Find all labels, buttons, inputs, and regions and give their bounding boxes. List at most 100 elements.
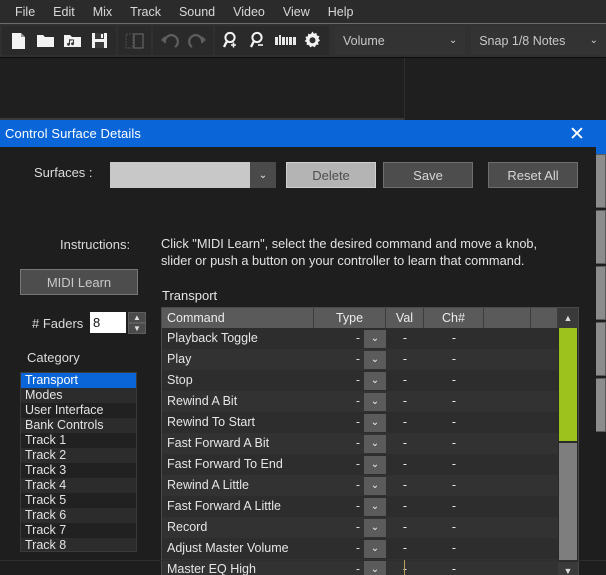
category-item[interactable]: Track 3 — [21, 463, 136, 478]
cell-channel[interactable]: - — [424, 370, 484, 391]
cell-extra-2[interactable] — [531, 559, 558, 575]
cell-command[interactable]: Play — [162, 349, 314, 370]
chevron-down-icon[interactable]: ⌄ — [364, 434, 386, 453]
gear-icon[interactable] — [299, 27, 326, 54]
table-row[interactable]: Fast Forward To End - ⌄ - - — [162, 454, 578, 475]
menu-item-help[interactable]: Help — [319, 3, 363, 21]
cell-channel[interactable]: - — [424, 559, 484, 575]
cell-extra-1[interactable] — [484, 475, 531, 496]
cell-command[interactable]: Rewind To Start — [162, 412, 314, 433]
chevron-down-icon[interactable]: ⌄ — [364, 497, 386, 516]
cell-val[interactable]: - — [386, 391, 424, 412]
delete-button[interactable]: Delete — [286, 162, 376, 188]
table-scrollbar[interactable]: ▼ — [558, 328, 578, 575]
column-header[interactable]: Command — [162, 308, 314, 328]
table-row[interactable]: Fast Forward A Bit - ⌄ - - — [162, 433, 578, 454]
cell-type[interactable]: - ⌄ — [314, 370, 386, 391]
cell-extra-2[interactable] — [531, 517, 558, 538]
cell-extra-1[interactable] — [484, 517, 531, 538]
cell-extra-2[interactable] — [531, 328, 558, 349]
table-row[interactable]: Adjust Master Volume - ⌄ - - — [162, 538, 578, 559]
cell-channel[interactable]: - — [424, 349, 484, 370]
cell-command[interactable]: Fast Forward To End — [162, 454, 314, 475]
cell-extra-2[interactable] — [531, 496, 558, 517]
stepper-down-icon[interactable]: ▼ — [128, 323, 146, 334]
column-header[interactable] — [531, 308, 558, 328]
menu-item-track[interactable]: Track — [121, 3, 170, 21]
cell-channel[interactable]: - — [424, 433, 484, 454]
category-item[interactable]: Track 4 — [21, 478, 136, 493]
cell-type[interactable]: - ⌄ — [314, 496, 386, 517]
table-row[interactable]: Rewind To Start - ⌄ - - — [162, 412, 578, 433]
cell-type[interactable]: - ⌄ — [314, 454, 386, 475]
cell-command[interactable]: Rewind A Little — [162, 475, 314, 496]
cell-extra-2[interactable] — [531, 412, 558, 433]
cell-channel[interactable]: - — [424, 328, 484, 349]
midi-learn-button[interactable]: MIDI Learn — [20, 269, 138, 295]
cell-extra-2[interactable] — [531, 349, 558, 370]
zoom-in-icon[interactable] — [218, 27, 245, 54]
stepper-up-icon[interactable]: ▲ — [128, 312, 146, 323]
menu-item-mix[interactable]: Mix — [84, 3, 121, 21]
cell-command[interactable]: Playback Toggle — [162, 328, 314, 349]
table-row[interactable]: Fast Forward A Little - ⌄ - - — [162, 496, 578, 517]
cell-type[interactable]: - ⌄ — [314, 433, 386, 454]
cell-extra-2[interactable] — [531, 454, 558, 475]
chevron-down-icon[interactable]: ⌄ — [364, 413, 386, 432]
cell-channel[interactable]: - — [424, 517, 484, 538]
cell-channel[interactable]: - — [424, 454, 484, 475]
faders-stepper[interactable]: ▲ ▼ — [128, 312, 146, 334]
reset-all-button[interactable]: Reset All — [488, 162, 578, 188]
table-row[interactable]: Playback Toggle - ⌄ - - — [162, 328, 578, 349]
cell-channel[interactable]: - — [424, 496, 484, 517]
category-item[interactable]: Transport — [21, 373, 136, 388]
cell-type[interactable]: - ⌄ — [314, 559, 386, 575]
table-row[interactable]: Rewind A Little - ⌄ - - — [162, 475, 578, 496]
cell-type[interactable]: - ⌄ — [314, 391, 386, 412]
cell-val[interactable]: - — [386, 328, 424, 349]
cell-command[interactable]: Stop — [162, 370, 314, 391]
save-icon[interactable] — [86, 27, 113, 54]
chevron-down-icon[interactable]: ⌄ — [364, 329, 386, 348]
cell-channel[interactable]: - — [424, 538, 484, 559]
scrollbar-thumb-active[interactable] — [559, 328, 577, 441]
scroll-down-icon[interactable]: ▼ — [558, 562, 578, 575]
new-file-icon[interactable] — [5, 27, 32, 54]
column-header[interactable]: Val — [386, 308, 424, 328]
column-header[interactable] — [484, 308, 531, 328]
cell-type[interactable]: - ⌄ — [314, 517, 386, 538]
save-button[interactable]: Save — [383, 162, 473, 188]
category-item[interactable]: Track 1 — [21, 433, 136, 448]
cell-val[interactable]: - — [386, 475, 424, 496]
table-row[interactable]: Rewind A Bit - ⌄ - - — [162, 391, 578, 412]
table-row[interactable]: Play - ⌄ - - — [162, 349, 578, 370]
cell-extra-1[interactable] — [484, 538, 531, 559]
menu-item-video[interactable]: Video — [224, 3, 274, 21]
cell-val[interactable]: - — [386, 433, 424, 454]
chevron-down-icon[interactable]: ⌄ — [364, 539, 386, 558]
cell-val[interactable]: - — [386, 370, 424, 391]
cell-command[interactable]: Adjust Master Volume — [162, 538, 314, 559]
cell-extra-2[interactable] — [531, 475, 558, 496]
chevron-down-icon[interactable]: ⌄ — [364, 560, 386, 575]
cell-extra-2[interactable] — [531, 433, 558, 454]
menu-item-view[interactable]: View — [274, 3, 319, 21]
cell-extra-1[interactable] — [484, 412, 531, 433]
category-item[interactable]: Track 8 — [21, 538, 136, 551]
surfaces-select[interactable]: ⌄ — [110, 162, 276, 188]
cell-val[interactable]: - — [386, 454, 424, 475]
close-icon[interactable]: ✕ — [566, 123, 588, 145]
chevron-down-icon[interactable]: ⌄ — [364, 476, 386, 495]
chevron-down-icon[interactable]: ⌄ — [250, 162, 276, 188]
cell-val[interactable]: - — [386, 349, 424, 370]
open-folder-icon[interactable] — [32, 27, 59, 54]
cell-type[interactable]: - ⌄ — [314, 475, 386, 496]
cell-extra-1[interactable] — [484, 391, 531, 412]
column-header[interactable]: Ch# — [424, 308, 484, 328]
cell-type[interactable]: - ⌄ — [314, 412, 386, 433]
cell-extra-1[interactable] — [484, 328, 531, 349]
cell-extra-1[interactable] — [484, 370, 531, 391]
cell-type[interactable]: - ⌄ — [314, 349, 386, 370]
cell-channel[interactable]: - — [424, 391, 484, 412]
category-item[interactable]: Track 2 — [21, 448, 136, 463]
